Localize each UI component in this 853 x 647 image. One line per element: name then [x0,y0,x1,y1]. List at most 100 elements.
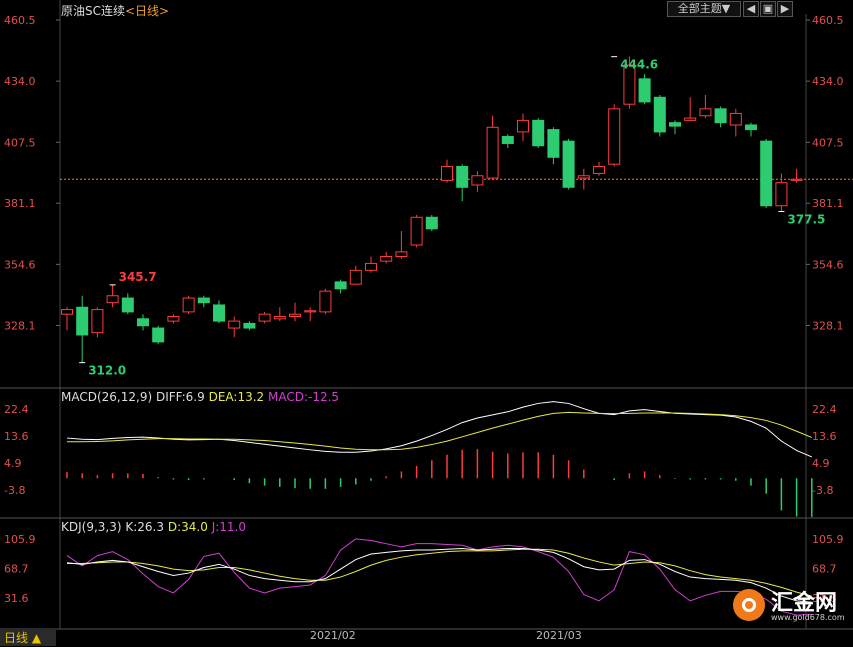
candle-body [729,112,742,126]
kdj-k-value: K:26.3 [125,520,165,534]
macd-header: MACD(26,12,9) DIFF:6.9 DEA:13.2 MACD:-12… [61,390,339,404]
macd-dea-value: DEA:13.2 [208,390,265,404]
main-tick-label-right: 460.5 [812,14,844,27]
main-tick-label-left: 460.5 [4,14,36,27]
candle-body [197,297,210,304]
kdj-params: KDJ(9,3,3) [61,520,122,534]
main-tick-label-right: 434.0 [812,75,844,88]
candle-body [273,316,286,320]
candle-body [471,175,484,186]
period-label[interactable]: <日线> [125,4,169,18]
chart-title: 原油SC连续<日线> [61,2,169,19]
macd-macd-value: MACD:-12.5 [268,390,340,404]
chart-canvas: 345.7 312.0 444.6 377.5 460.5 460.5 434.0 434.… [0,0,853,630]
macd-tick-label-left: -3.8 [4,484,25,497]
macd-tick-label-right: 13.6 [812,430,837,443]
candle-body [501,136,514,144]
kdj-tick-label-left: 68.7 [4,563,29,576]
price-annotation: 312.0 [88,364,126,378]
macd-tick-label-left: 22.4 [4,403,29,416]
candle-body [638,78,651,103]
candle-body [91,309,104,334]
main-tick-label-left: 434.0 [4,75,36,88]
theme-dropdown[interactable]: 全部主题▼ [667,1,741,17]
main-tick-label-right: 407.5 [812,136,844,149]
chart-grid [0,0,853,630]
candle-body [365,262,377,271]
diff-line [66,401,812,458]
next-arrow-icon[interactable]: ▶ [777,1,793,17]
candle-body [532,119,545,147]
candle-body [608,108,621,165]
candle-body [653,96,666,133]
prev-arrow-icon[interactable]: ◀ [743,1,759,17]
main-tick-label-right: 354.6 [812,258,844,271]
j-line [66,538,812,616]
candle-body [577,175,590,179]
candle-body [121,297,134,313]
main-tick-label-left: 407.5 [4,136,36,149]
kdj-j-value: J:11.0 [211,520,246,534]
main-tick-label-left: 354.6 [4,258,36,271]
dea-line [67,411,812,451]
candle-body [517,119,529,133]
k-line [66,547,812,603]
kdj-tick-label-left: 105.9 [4,533,36,546]
candle-body [167,316,180,322]
macd-tick-label-right: -3.8 [812,484,833,497]
candle-body [137,318,149,327]
candle-body [76,306,89,336]
candle-body [775,182,788,207]
candle-body [152,327,165,343]
price-annotation: 444.6 [620,58,658,72]
d-line [67,548,812,597]
brand-url: www.gold678.com [771,613,845,622]
macd-panel [66,401,813,517]
price-annotation: 345.7 [119,270,157,284]
kdj-tick-label-right: 68.7 [812,563,837,576]
candle-body [289,313,301,318]
candle-body [61,309,73,315]
candle-body [334,281,347,290]
instrument-name: 原油SC连续 [61,4,125,18]
candle-body [669,122,681,127]
macd-tick-label-left: 13.6 [4,430,29,443]
brand-logo: 汇金网 www.gold678.com [731,585,845,625]
candle-body [182,297,195,313]
macd-tick-label-right: 4.9 [812,457,830,470]
brand-logo-icon-inner [742,598,756,612]
candle-body [425,216,438,230]
main-tick-label-left: 381.1 [4,197,36,210]
kdj-tick-label-right: 105.9 [812,533,844,546]
candle-body [593,166,605,174]
macd-tick-label-left: 4.9 [4,457,22,470]
main-tick-label-left: 328.1 [4,320,36,333]
candle-body [349,269,362,285]
candle-body [395,251,408,258]
candle-body [684,117,697,121]
candle-body [486,126,499,179]
window-icon[interactable]: ▣ [760,1,776,17]
macd-params: MACD(26,12,9) [61,390,153,404]
candle-body [213,304,225,322]
kdj-header: KDJ(9,3,3) K:26.3 D:34.0 J:11.0 [61,520,246,534]
period-tab[interactable]: 日线 ▲ [0,630,56,646]
candle-body [760,140,773,207]
kdj-d-value: D:34.0 [167,520,208,534]
macd-tick-label-right: 22.4 [812,403,837,416]
candle-body [243,322,256,329]
x-label-mar: 2021/03 [536,629,582,642]
main-tick-label-right: 328.1 [812,320,844,333]
candle-body [106,295,119,304]
candle-body [441,166,453,181]
candle-body [547,129,560,158]
kdj-panel [66,538,812,616]
candle-body [228,320,241,329]
macd-diff-value: DIFF:6.9 [155,390,205,404]
candle-body [319,290,332,313]
candle-body [714,108,727,124]
candle-body [304,310,317,313]
x-label-feb: 2021/02 [310,629,356,642]
kdj-tick-label-left: 31.6 [4,592,29,605]
candle-body [410,216,423,246]
